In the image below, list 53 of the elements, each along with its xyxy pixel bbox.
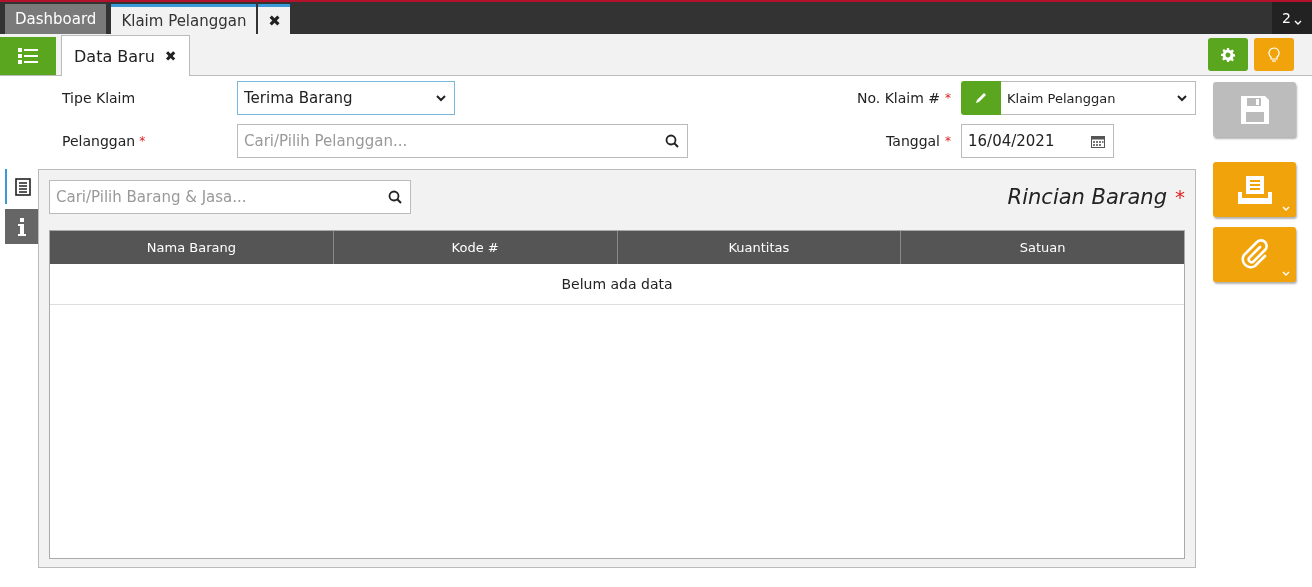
chevron-down-icon <box>1293 20 1302 26</box>
field-label: Pelanggan <box>62 133 136 149</box>
paperclip-icon <box>1239 238 1270 271</box>
list-button[interactable] <box>0 37 56 75</box>
attach-button[interactable] <box>1213 227 1296 282</box>
required-mark: * <box>1175 185 1185 209</box>
search-icon <box>665 134 679 148</box>
lightbulb-icon <box>1268 46 1280 63</box>
chevron-down-icon <box>436 94 446 102</box>
pencil-icon <box>974 91 988 105</box>
required-mark: * <box>945 134 951 148</box>
select-value: Terima Barang <box>244 89 353 107</box>
search-icon <box>388 190 402 204</box>
tab-label: Data Baru <box>74 46 155 66</box>
list-icon <box>18 48 38 64</box>
info-icon <box>17 217 26 236</box>
placeholder-text: Cari/Pilih Pelanggan... <box>244 132 408 150</box>
close-tab-button[interactable]: ✖ <box>258 4 291 34</box>
column-header: Nama Barang <box>50 231 334 264</box>
column-header: Satuan <box>1018 239 1067 257</box>
calendar-icon <box>1091 134 1105 148</box>
placeholder-text: Cari/Pilih Barang & Jasa... <box>56 188 247 206</box>
print-button[interactable] <box>1213 162 1296 217</box>
chevron-down-icon <box>1177 94 1187 102</box>
column-header: Kuantitas <box>617 231 902 264</box>
document-icon <box>14 177 31 196</box>
field-label: Tanggal <box>886 133 940 149</box>
app-tab[interactable]: Klaim Pelanggan <box>111 4 257 34</box>
edit-button[interactable] <box>961 81 1001 115</box>
info-tab[interactable] <box>5 209 38 244</box>
form-tab[interactable]: Data Baru ✖ <box>61 35 190 76</box>
column-header: Kode # <box>333 231 618 264</box>
date-field[interactable]: 16/04/2021 <box>961 124 1114 158</box>
empty-message: Belum ada data <box>50 264 1184 305</box>
required-mark: * <box>945 91 951 105</box>
save-icon <box>1238 93 1271 126</box>
settings-icon <box>1221 47 1235 62</box>
select-value: Klaim Pelanggan <box>1007 90 1116 106</box>
required-mark: * <box>139 134 146 148</box>
window-count-button[interactable]: 2 <box>1272 2 1312 34</box>
section-title: Rincian Barang <box>1007 185 1167 209</box>
claim-type-select[interactable]: Terima Barang <box>237 81 455 115</box>
settings-button[interactable] <box>1208 38 1248 71</box>
claim-number-select[interactable]: Klaim Pelanggan <box>1001 81 1196 115</box>
close-tab-button[interactable]: ✖ <box>164 48 177 64</box>
printer-icon <box>1237 175 1272 204</box>
date-value: 16/04/2021 <box>968 132 1055 150</box>
field-label: Tipe Klaim <box>62 90 136 106</box>
chevron-down-icon <box>1282 206 1290 212</box>
chevron-down-icon <box>1282 271 1290 277</box>
tips-button[interactable] <box>1254 38 1294 71</box>
field-label: No. Klaim # <box>856 90 940 106</box>
app-tab[interactable]: Dashboard <box>5 4 107 34</box>
